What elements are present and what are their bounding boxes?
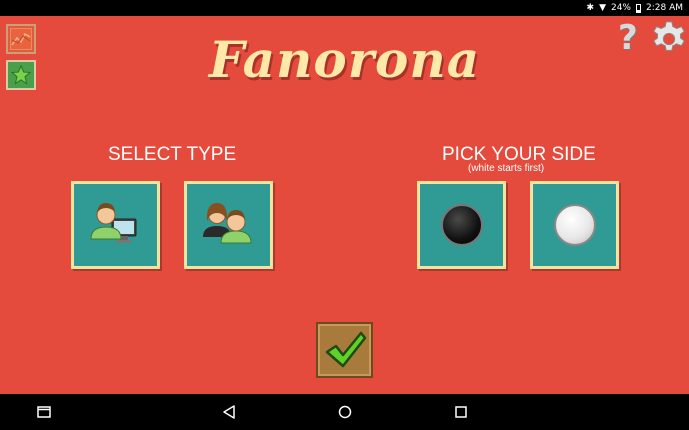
clock: 2:28 AM [646, 3, 683, 13]
person-computer-icon [89, 203, 136, 243]
wifi-icon: ▼ [599, 2, 606, 13]
window-icon [37, 406, 51, 418]
bluetooth-icon: ✱ [586, 2, 595, 13]
two-people-icon [202, 203, 252, 244]
game-title: Fanorona [208, 30, 481, 89]
vs-computer-button[interactable] [71, 181, 160, 269]
question-mark-icon[interactable]: ? [618, 18, 638, 58]
battery-icon [636, 3, 641, 13]
battery-percent: 24% [610, 3, 631, 13]
home-button[interactable] [337, 404, 353, 420]
pick-side-hint: (white starts first) [468, 163, 545, 174]
game-menu-screen: Fanorona ? SELECT TYPE PICK YOUR SIDE (w… [0, 16, 689, 394]
vs-human-button[interactable] [184, 181, 273, 269]
back-triangle-icon [223, 405, 235, 419]
black-stone-icon [440, 204, 483, 246]
black-side-button[interactable] [417, 181, 506, 269]
gear-icon[interactable] [650, 20, 688, 58]
home-circle-icon [338, 405, 352, 419]
square-icon [455, 406, 467, 418]
confirm-button[interactable] [316, 322, 373, 378]
white-side-button[interactable] [530, 181, 619, 269]
system-nav-bar [0, 394, 689, 430]
overview-button[interactable] [453, 404, 469, 420]
white-stone-icon [553, 204, 596, 246]
checkmark-icon [325, 331, 366, 368]
status-bar: ✱ ▼ 24% 2:28 AM [0, 0, 689, 16]
recent-apps-button[interactable] [36, 404, 52, 420]
select-type-label: SELECT TYPE [108, 144, 237, 165]
back-button[interactable] [221, 404, 237, 420]
